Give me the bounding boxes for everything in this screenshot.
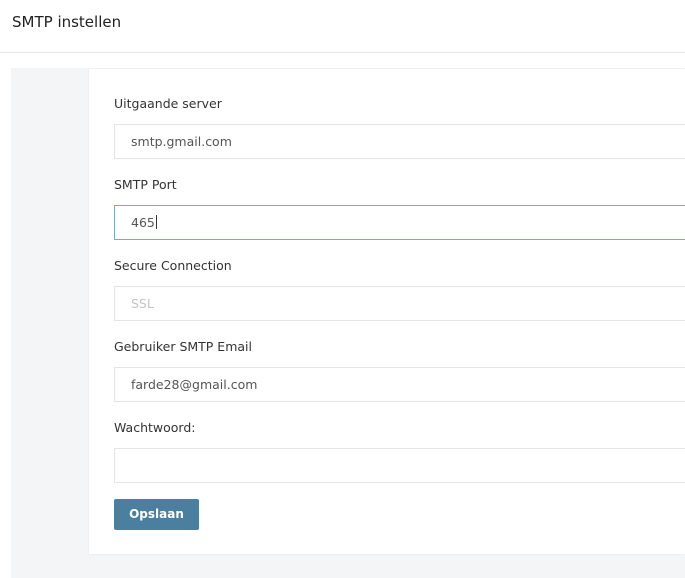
secure-connection-placeholder: SSL xyxy=(131,296,154,311)
server-input[interactable]: smtp.gmail.com xyxy=(114,124,685,159)
page-header: SMTP instellen xyxy=(0,0,685,53)
password-label: Wachtwoord: xyxy=(114,420,196,435)
email-label: Gebruiker SMTP Email xyxy=(114,339,252,354)
port-label: SMTP Port xyxy=(114,177,177,192)
secure-connection-label: Secure Connection xyxy=(114,258,232,273)
text-caret xyxy=(155,215,157,229)
port-input[interactable]: 465 xyxy=(114,205,685,240)
port-input-value: 465 xyxy=(131,215,155,230)
email-input-value: farde28@gmail.com xyxy=(131,377,258,392)
server-input-value: smtp.gmail.com xyxy=(131,134,232,149)
save-button[interactable]: Opslaan xyxy=(114,499,199,530)
password-input[interactable] xyxy=(114,448,685,483)
email-input[interactable]: farde28@gmail.com xyxy=(114,367,685,402)
page-title: SMTP instellen xyxy=(12,13,122,31)
server-label: Uitgaande server xyxy=(114,96,222,111)
secure-connection-select[interactable]: SSL xyxy=(114,286,685,321)
